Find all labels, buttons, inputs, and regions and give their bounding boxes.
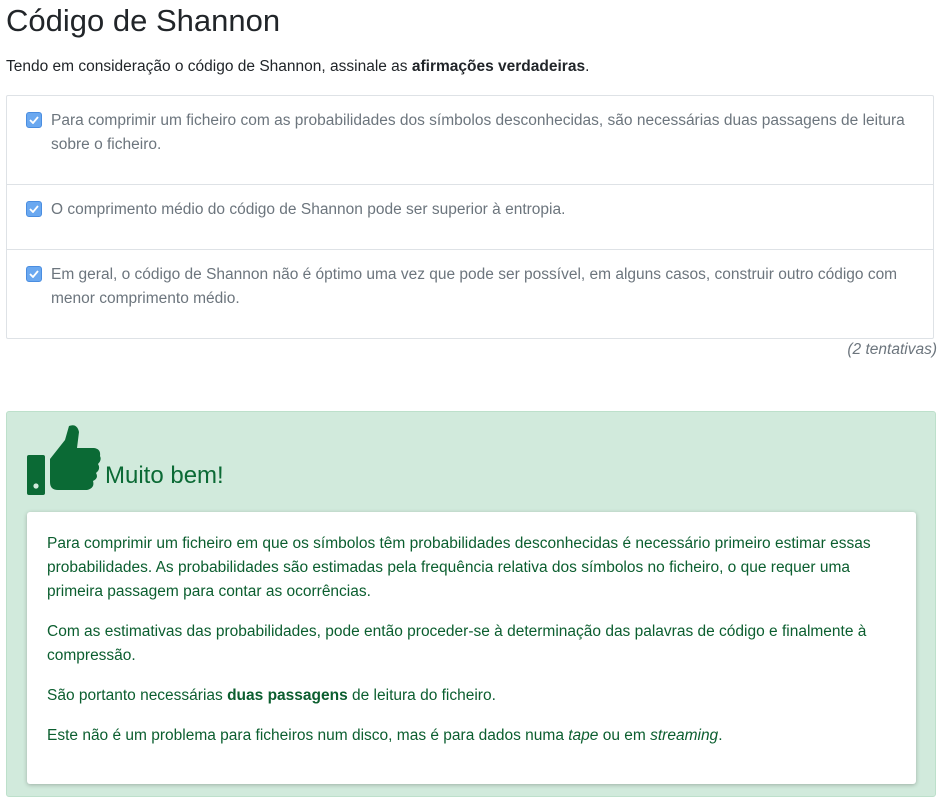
- question-prompt: Tendo em consideração o código de Shanno…: [6, 57, 589, 77]
- feedback-explanation: Para comprimir um ficheiro em que os sím…: [27, 512, 916, 784]
- attempts-count: (2 tentativas): [847, 341, 937, 358]
- feedback-text: ou em: [598, 727, 651, 744]
- feedback-emphasis: duas passagens: [227, 687, 348, 704]
- checkbox-checked-icon[interactable]: [26, 266, 42, 282]
- prompt-emphasis: afirmações verdadeiras: [411, 58, 586, 75]
- prompt-text: Tendo em consideração o código de Shanno…: [6, 58, 412, 75]
- page-title: Código de Shannon: [6, 3, 281, 38]
- feedback-text: São portanto necessárias: [47, 687, 228, 704]
- feedback-paragraph: São portanto necessárias duas passagens …: [47, 684, 896, 708]
- feedback-panel: Muito bem! Para comprimir um ficheiro em…: [6, 411, 936, 797]
- feedback-text: de leitura do ficheiro.: [347, 687, 496, 704]
- option-label: O comprimento médio do código de Shannon…: [51, 201, 566, 218]
- feedback-paragraph: Este não é um problema para ficheiros nu…: [47, 724, 896, 748]
- feedback-italic: tape: [568, 727, 599, 744]
- option-label: Em geral, o código de Shannon não é ópti…: [51, 266, 898, 307]
- option-3[interactable]: Em geral, o código de Shannon não é ópti…: [7, 250, 933, 338]
- feedback-title: Muito bem!: [105, 462, 224, 489]
- answer-options: Para comprimir um ficheiro com as probab…: [6, 95, 934, 339]
- option-2[interactable]: O comprimento médio do código de Shannon…: [7, 185, 933, 250]
- feedback-paragraph: Para comprimir um ficheiro em que os sím…: [47, 535, 871, 600]
- feedback-text: Este não é um problema para ficheiros nu…: [47, 727, 569, 744]
- feedback-text: .: [718, 727, 723, 744]
- option-label: Para comprimir um ficheiro com as probab…: [51, 112, 905, 153]
- feedback-italic: streaming: [650, 727, 719, 744]
- option-1[interactable]: Para comprimir um ficheiro com as probab…: [7, 96, 933, 185]
- feedback-paragraph: Com as estimativas das probabilidades, p…: [47, 623, 867, 664]
- thumbs-up-icon: [27, 425, 101, 495]
- checkbox-checked-icon[interactable]: [26, 201, 42, 217]
- prompt-end: .: [585, 58, 590, 75]
- checkbox-checked-icon[interactable]: [26, 112, 42, 128]
